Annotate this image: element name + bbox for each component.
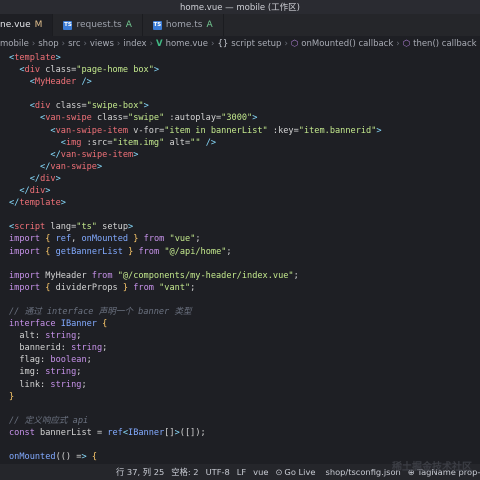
tab-label: ne.vue (0, 20, 31, 30)
code-line[interactable]: img: string; (0, 366, 480, 378)
window-title: home.vue — mobile (工作区) (179, 3, 300, 13)
ts-icon: TS (152, 20, 162, 30)
tab-label: request.ts (76, 20, 122, 30)
code-line[interactable]: bannerid: string; (0, 342, 480, 354)
chevron-right-icon: › (116, 39, 121, 49)
go-live-button[interactable]: Go Live (284, 467, 315, 477)
breadcrumb: mobile › shop › src › views › index › V … (0, 36, 480, 52)
method-icon: ⬡ (290, 39, 299, 49)
chevron-right-icon: › (396, 39, 400, 49)
breadcrumb-item[interactable]: onMounted() callback (301, 39, 393, 49)
window-title-bar: home.vue — mobile (工作区) (0, 0, 480, 14)
code-line[interactable]: </van-swipe> (0, 161, 480, 173)
breadcrumb-item[interactable]: index (123, 39, 146, 49)
indentation[interactable]: 空格: 2 (171, 466, 198, 478)
code-line[interactable] (0, 258, 480, 270)
breadcrumb-item[interactable]: mobile (0, 39, 29, 49)
breadcrumb-item[interactable]: then() callback (413, 39, 476, 49)
code-line[interactable] (0, 209, 480, 221)
code-line[interactable]: <div class="swipe-box"> (0, 100, 480, 112)
breadcrumb-item[interactable]: src (68, 39, 80, 49)
breadcrumb-item[interactable]: home.vue (166, 39, 208, 49)
code-line[interactable]: // 通过 interface 声明一个 banner 类型 (0, 306, 480, 318)
code-line[interactable]: <div class="page-home box"> (0, 64, 480, 76)
chevron-right-icon: › (284, 39, 288, 49)
code-line[interactable]: // 定义响应式 api (0, 415, 480, 427)
code-line[interactable]: <script lang="ts" setup> (0, 221, 480, 233)
ts-icon: TS (63, 20, 73, 30)
chevron-right-icon: › (31, 39, 36, 49)
code-editor[interactable]: <template> <div class="page-home box"> <… (0, 52, 480, 464)
code-line[interactable]: <MyHeader /> (0, 76, 480, 88)
modified-badge: M (34, 20, 43, 30)
braces-icon: {} (217, 39, 229, 49)
chevron-right-icon: › (211, 39, 215, 49)
chevron-right-icon: › (61, 39, 66, 49)
code-line[interactable]: alt: string; (0, 330, 480, 342)
code-line[interactable] (0, 403, 480, 415)
editor-tabs: ne.vue M TS request.ts A TS home.ts A (0, 14, 480, 36)
tab-home-ts[interactable]: TS home.ts A (143, 14, 224, 36)
breadcrumb-item[interactable]: script setup (231, 39, 281, 49)
code-line[interactable]: <van-swipe class="swipe" :autoplay="3000… (0, 112, 480, 124)
code-line[interactable] (0, 439, 480, 451)
line-ending[interactable]: LF (237, 467, 246, 477)
added-badge: A (206, 20, 213, 30)
code-line[interactable]: </div> (0, 173, 480, 185)
code-line[interactable]: </van-swipe-item> (0, 149, 480, 161)
watermark: 稀土掘金技术社区 (392, 462, 472, 473)
code-line[interactable]: </template> (0, 197, 480, 209)
code-line[interactable]: </div> (0, 185, 480, 197)
tsconfig-link[interactable]: shop/tsconfig.json (326, 467, 401, 477)
method-icon: ⬡ (402, 39, 411, 49)
language-mode[interactable]: vue (253, 467, 268, 477)
code-line[interactable]: <img :src="item.img" alt="" /> (0, 137, 480, 149)
code-line[interactable] (0, 88, 480, 100)
code-line[interactable]: <template> (0, 52, 480, 64)
breadcrumb-item[interactable]: views (90, 39, 114, 49)
code-line[interactable] (0, 294, 480, 306)
tab-request-ts[interactable]: TS request.ts A (53, 14, 143, 36)
code-line[interactable]: link: string; (0, 379, 480, 391)
code-line[interactable]: import { dividerProps } from "vant"; (0, 282, 480, 294)
encoding[interactable]: UTF-8 (206, 467, 230, 477)
code-line[interactable]: interface IBanner { (0, 318, 480, 330)
code-line[interactable]: import { ref, onMounted } from "vue"; (0, 233, 480, 245)
chevron-right-icon: › (83, 39, 87, 49)
tab-label: home.ts (165, 20, 203, 30)
broadcast-icon: ⊙ (275, 467, 283, 477)
code-line[interactable]: import MyHeader from "@/components/my-he… (0, 270, 480, 282)
cursor-position[interactable]: 行 37, 列 25 (116, 466, 164, 478)
vue-icon: V (156, 39, 163, 49)
added-badge: A (125, 20, 132, 30)
code-line[interactable]: <van-swipe-item v-for="item in bannerLis… (0, 125, 480, 137)
code-line[interactable]: } (0, 391, 480, 403)
code-line[interactable]: const bannerList = ref<IBanner[]>([]); (0, 427, 480, 439)
breadcrumb-item[interactable]: shop (38, 39, 58, 49)
code-line[interactable]: import { getBannerList } from "@/api/hom… (0, 246, 480, 258)
chevron-right-icon: › (149, 39, 153, 49)
tab-home-vue[interactable]: ne.vue M (0, 14, 54, 36)
code-line[interactable]: flag: boolean; (0, 354, 480, 366)
